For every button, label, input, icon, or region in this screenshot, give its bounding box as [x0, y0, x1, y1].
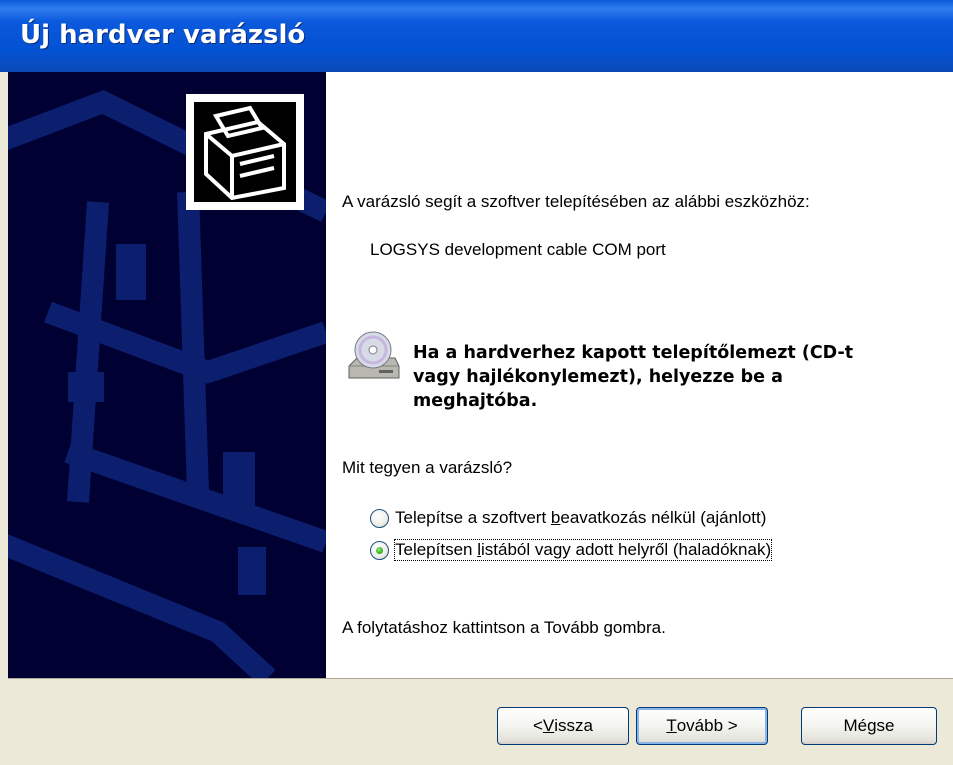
insert-disk-line-1: Ha a hardverhez kapott telepítőlemezt (C…: [413, 343, 854, 363]
insert-disk-line-3: meghajtóba.: [413, 391, 538, 411]
button-bar: < Vissza Tovább > Mégse: [8, 678, 953, 765]
hardware-card-icon: [186, 94, 304, 210]
cd-drive-icon: [345, 328, 401, 384]
device-name: LOGSYS development cable COM port: [370, 240, 666, 259]
title-bar[interactable]: Új hardver varázsló: [0, 0, 953, 72]
insert-disk-message: Ha a hardverhez kapott telepítőlemezt (C…: [413, 341, 853, 413]
option-label[interactable]: Telepítse a szoftvert beavatkozás nélkül…: [395, 508, 766, 528]
option-install-from-list[interactable]: Telepítsen listából vagy adott helyről (…: [370, 539, 773, 561]
wizard-window: Új hardver varázsló A varázsló segít a s…: [0, 0, 953, 765]
question-text: Mit tegyen a varázsló?: [342, 458, 513, 477]
cancel-button[interactable]: Mégse: [801, 707, 937, 745]
radio-button[interactable]: [370, 508, 389, 528]
back-button[interactable]: < Vissza: [497, 707, 629, 745]
next-button[interactable]: Tovább >: [636, 707, 768, 745]
option-label[interactable]: Telepítsen listából vagy adott helyről (…: [393, 539, 773, 561]
intro-text: A varázsló segít a szoftver telepítésébe…: [342, 192, 810, 211]
content-panel: A varázsló segít a szoftver telepítésébe…: [326, 72, 953, 678]
option-install-automatic[interactable]: Telepítse a szoftvert beavatkozás nélkül…: [370, 508, 766, 528]
radio-button-selected[interactable]: [370, 540, 389, 560]
continue-hint: A folytatáshoz kattintson a Tovább gombr…: [342, 618, 666, 637]
insert-disk-line-2: vagy hajlékonylemezt), helyezze be a: [413, 367, 783, 387]
window-title: Új hardver varázsló: [20, 20, 306, 50]
side-panel: [8, 72, 326, 678]
